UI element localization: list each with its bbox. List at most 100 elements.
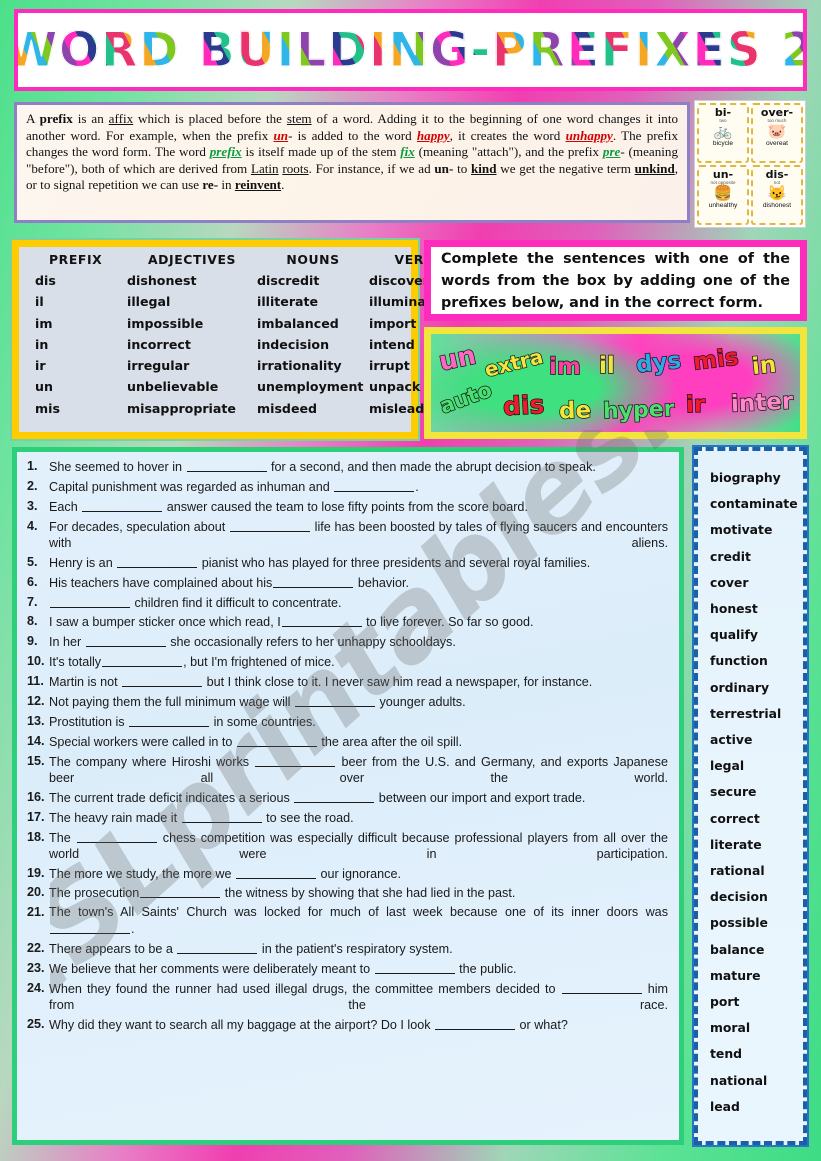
table-cell: un [35, 379, 53, 395]
answer-blank[interactable] [273, 575, 354, 588]
prefix-cloud-word: dis [502, 389, 546, 422]
question-text-pre: Each [49, 499, 82, 514]
question-text-post: to live forever. So far so good. [362, 615, 534, 630]
question-number: 9. [27, 634, 38, 649]
answer-blank[interactable] [177, 941, 258, 955]
exercise-question: 7. children find it difficult to concent… [24, 595, 668, 612]
question-text-pre: Special workers were called in to [49, 735, 236, 750]
table-header-row: PREFIX ADJECTIVES NOUNS VERBS [35, 252, 443, 267]
answer-blank[interactable] [140, 885, 221, 899]
prefix-cloud-word: auto [436, 377, 496, 419]
question-text: The more we study, the more we our ignor… [49, 866, 668, 883]
answer-blank[interactable] [85, 634, 166, 648]
answer-blank[interactable] [50, 595, 130, 608]
word-bank-item[interactable]: literate [710, 832, 803, 858]
answer-blank[interactable] [255, 754, 336, 768]
prefix-cloud-word: im [548, 353, 581, 380]
table-cell: unemployment [257, 379, 364, 395]
question-number: 25. [27, 1016, 45, 1031]
flashcard-un: un-not opposite 🍔 unhealthy [697, 165, 749, 225]
answer-blank[interactable] [374, 961, 455, 975]
question-text: Capital punishment was regarded as inhum… [49, 479, 668, 496]
question-text-pre: The more we study, the more we [49, 866, 235, 881]
word-bank-item[interactable]: cover [710, 570, 803, 596]
term-fix: fix [400, 144, 415, 160]
overeat-icon: 🐷 [767, 123, 787, 141]
word-bank-item[interactable]: national [710, 1068, 803, 1094]
answer-blank[interactable] [294, 694, 375, 708]
word-bank-item[interactable]: secure [710, 779, 803, 805]
answer-blank[interactable] [129, 714, 210, 728]
question-number: 12. [27, 694, 45, 709]
word-bank-item[interactable]: motivate [710, 517, 803, 543]
exercise-question: 19. The more we study, the more we our ig… [24, 866, 668, 883]
word-bank-item[interactable]: possible [710, 910, 803, 936]
exercise-box: 1. She seemed to hover in for a second, a… [12, 447, 684, 1145]
question-number: 10. [27, 654, 45, 669]
word-bank-item[interactable]: honest [710, 596, 803, 622]
question-number: 16. [27, 789, 45, 804]
question-text-pre: The [49, 830, 76, 845]
word-bank-item[interactable]: decision [710, 884, 803, 910]
word-bank-item[interactable]: mature [710, 963, 803, 989]
answer-blank[interactable] [181, 810, 262, 823]
word-bank-item[interactable]: terrestrial [710, 701, 803, 727]
word-bank-item[interactable]: credit [710, 544, 803, 570]
term-stem: stem [286, 111, 312, 126]
word-bank-item[interactable]: biography [710, 465, 803, 491]
word-bank-item[interactable]: rational [710, 858, 803, 884]
word-bank-item[interactable]: port [710, 989, 803, 1015]
word-bank-item[interactable]: correct [710, 806, 803, 832]
question-text-post: between our import and export trade. [375, 790, 586, 805]
question-number: 17. [27, 809, 45, 824]
table-cell: incorrect [127, 336, 191, 352]
word-bank-item[interactable]: legal [710, 753, 803, 779]
prefix-cloud-word: dys [634, 347, 683, 379]
question-text-pre: There appears to be a [49, 942, 177, 957]
term-un: un [273, 127, 289, 143]
question-number: 4. [27, 518, 38, 533]
exercise-question: 4. For decades, speculation about life ha… [24, 519, 668, 551]
answer-blank[interactable] [229, 519, 310, 532]
answer-blank[interactable] [561, 981, 642, 995]
answer-blank[interactable] [76, 830, 157, 843]
exercise-question: 10. It's totally , but I'm frightened of m… [24, 654, 668, 671]
answer-blank[interactable] [236, 734, 317, 748]
question-text: In her she occasionally refers to her un… [49, 634, 668, 651]
exercise-question: 24. When they found the runner had used i… [24, 981, 668, 1013]
term-unhappy: unhappy [565, 127, 613, 143]
word-bank-item[interactable]: ordinary [710, 675, 803, 701]
answer-blank[interactable] [235, 866, 316, 879]
table-cell: il [35, 294, 44, 310]
word-bank-item[interactable]: qualify [710, 622, 803, 648]
answer-blank[interactable] [102, 654, 183, 668]
question-number: 11. [27, 674, 44, 689]
question-text-post: in the patient's respiratory system. [258, 942, 453, 957]
question-number: 7. [27, 594, 38, 609]
word-bank-item[interactable]: active [710, 727, 803, 753]
table-cell: indecision [257, 336, 330, 352]
answer-blank[interactable] [281, 614, 362, 628]
answer-blank[interactable] [82, 499, 163, 512]
question-text-pre: His teachers have complained about his [49, 575, 273, 590]
word-bank-item[interactable]: balance [710, 937, 803, 963]
word-bank-item[interactable]: tend [710, 1041, 803, 1067]
word-bank-item[interactable]: contaminate [710, 491, 803, 517]
word-bank-item[interactable]: function [710, 648, 803, 674]
prefix-cloud-word: il [598, 352, 615, 379]
question-text: children find it difficult to concentrat… [49, 595, 668, 612]
answer-blank[interactable] [294, 790, 375, 803]
answer-blank[interactable] [117, 555, 198, 568]
prefix-cloud-word: extra [481, 343, 546, 382]
answer-blank[interactable] [186, 459, 267, 472]
answer-blank[interactable] [50, 921, 130, 935]
answer-blank[interactable] [334, 479, 415, 492]
word-bank-item[interactable]: lead [710, 1094, 803, 1120]
table-row: mis misappropriate misdeed mislead [35, 398, 424, 419]
term-affix: affix [108, 111, 134, 126]
answer-blank[interactable] [435, 1017, 516, 1030]
answer-blank[interactable] [122, 674, 203, 688]
question-number: 15. [27, 754, 45, 769]
word-bank-item[interactable]: moral [710, 1015, 803, 1041]
flashcard-prefix: dis- [765, 168, 789, 181]
